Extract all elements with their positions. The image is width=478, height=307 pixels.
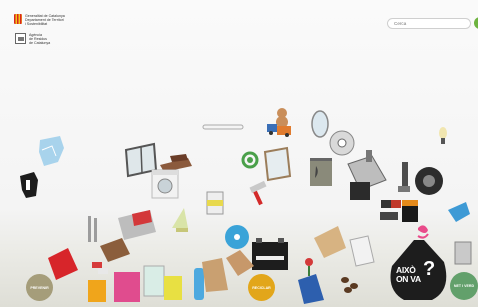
mirror-icon[interactable]: [311, 110, 329, 138]
brown-bag-icon[interactable]: [202, 258, 228, 292]
reciclar-label: RECICLAR: [252, 285, 271, 290]
cardboard-box-icon[interactable]: [100, 238, 130, 262]
plastic-bottle-icon[interactable]: [194, 268, 204, 300]
bag-tie-icon[interactable]: [417, 225, 429, 239]
teddy-bear-icon[interactable]: [267, 108, 291, 137]
light-bulb-icon[interactable]: [439, 127, 447, 144]
medicine-pills-icon[interactable]: [92, 262, 108, 274]
fluorescent-tube-icon[interactable]: [202, 124, 244, 130]
orange-box-icon[interactable]: [88, 280, 106, 302]
red-book-icon[interactable]: [48, 248, 78, 280]
blue-notebook-icon[interactable]: [298, 274, 324, 304]
paint-can-icon[interactable]: [310, 158, 332, 186]
milk-carton-icon[interactable]: [349, 235, 375, 267]
paper-bag-icon[interactable]: [314, 226, 346, 258]
crumpled-paper-icon[interactable]: [39, 136, 64, 166]
blue-cd-icon[interactable]: [225, 225, 249, 249]
green-bottle-icon[interactable]: [241, 151, 259, 169]
coffee-beans-icon[interactable]: [341, 277, 358, 293]
paint-bucket-icon[interactable]: [206, 191, 224, 215]
car-battery-icon[interactable]: [252, 238, 288, 270]
prevenir-button[interactable]: PREVENIR: [26, 274, 53, 301]
washing-machine-icon[interactable]: [151, 169, 179, 199]
glass-lamp-icon[interactable]: [172, 208, 188, 232]
coffee-machine-icon[interactable]: [347, 150, 387, 200]
reciclar-button[interactable]: RECICLAR: [248, 274, 275, 301]
batteries-icon[interactable]: [380, 200, 418, 222]
jerrycan-icon[interactable]: [118, 210, 156, 240]
picture-frame-icon[interactable]: [263, 146, 292, 182]
question-mark-icon: ?: [423, 258, 436, 280]
cardboard-sheet-icon[interactable]: [226, 250, 254, 276]
wood-planks-icon[interactable]: [160, 154, 192, 172]
waste-objects-scene: [20, 108, 472, 304]
glass-jar-icon[interactable]: [143, 265, 165, 297]
electric-drill-icon[interactable]: [398, 162, 410, 192]
flower-icon[interactable]: [305, 258, 313, 276]
blue-toy-icon[interactable]: [448, 202, 470, 222]
black-shoe-icon[interactable]: [20, 172, 38, 198]
mobile-phone-icon[interactable]: [454, 241, 472, 265]
net-i-verd-button[interactable]: NET I VERD: [450, 272, 478, 300]
paint-brush-icon[interactable]: [249, 180, 267, 206]
tyre-icon[interactable]: [415, 167, 443, 195]
net-i-verd-label: NET I VERD: [453, 284, 475, 288]
cutlery-icon[interactable]: [88, 216, 97, 242]
striped-towel-icon[interactable]: [114, 272, 140, 302]
prevenir-label: PREVENIR: [30, 285, 49, 290]
cd-disc-icon[interactable]: [329, 130, 355, 156]
yellow-bag-icon[interactable]: [164, 276, 182, 300]
